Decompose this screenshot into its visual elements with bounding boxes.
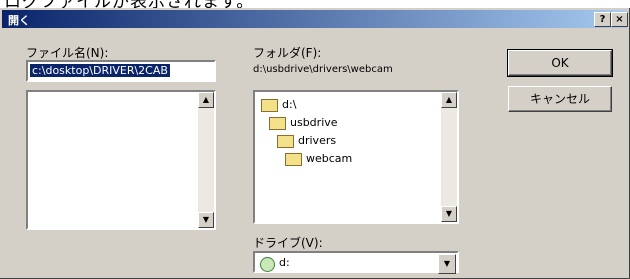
folder-open-icon	[261, 98, 278, 112]
folder-scroll-up[interactable]: ▲	[441, 92, 457, 108]
folder-tree-scrollbar[interactable]: ▲ ▼	[441, 92, 457, 222]
file-list[interactable]: ▲ ▼	[26, 90, 216, 230]
help-button[interactable]: ?	[594, 12, 611, 27]
close-button[interactable]: ×	[611, 12, 628, 27]
folder-item[interactable]: usbdrive	[269, 116, 338, 134]
cancel-button[interactable]: キャンセル	[508, 86, 612, 112]
folder-path: d:\usbdrive\drivers\webcam	[253, 64, 393, 75]
open-dialog: 開く ? × ファイル名(N): c:\dosktop\DRIVER\2CAB …	[0, 8, 630, 279]
folder-item[interactable]: drivers	[277, 134, 336, 152]
folder-item[interactable]: webcam	[285, 152, 352, 170]
folder-scroll-down[interactable]: ▼	[441, 206, 457, 222]
drive-value: d:	[279, 256, 290, 269]
file-list-scrollbar[interactable]: ▲ ▼	[198, 92, 214, 228]
folder-label: フォルダ(F):	[253, 46, 322, 60]
drive-icon	[260, 257, 275, 272]
folder-open-icon	[269, 116, 286, 130]
title-bar[interactable]: 開く ? ×	[2, 10, 628, 28]
drive-select[interactable]: d: ▼	[253, 251, 459, 274]
caption-text: ログファイルが表示されます。	[4, 0, 254, 8]
folder-open-icon	[285, 152, 302, 166]
folder-open-icon	[277, 134, 294, 148]
folder-item[interactable]: d:\	[261, 98, 296, 116]
file-list-scroll-down[interactable]: ▼	[198, 212, 214, 228]
ok-button[interactable]: OK	[507, 49, 613, 77]
filename-input[interactable]: c:\dosktop\DRIVER\2CAB	[26, 60, 216, 82]
filename-value: c:\dosktop\DRIVER\2CAB	[30, 64, 170, 77]
drive-label: ドライブ(V):	[253, 236, 323, 250]
file-list-scroll-up[interactable]: ▲	[198, 92, 214, 108]
filename-label: ファイル名(N):	[26, 46, 109, 60]
chevron-down-icon[interactable]: ▼	[438, 254, 456, 274]
folder-tree[interactable]: d:\ usbdrive drivers webcam ▲ ▼	[253, 90, 459, 224]
dialog-title: 開く	[8, 14, 30, 27]
caption-strip: ログファイルが表示されます。	[0, 0, 630, 8]
